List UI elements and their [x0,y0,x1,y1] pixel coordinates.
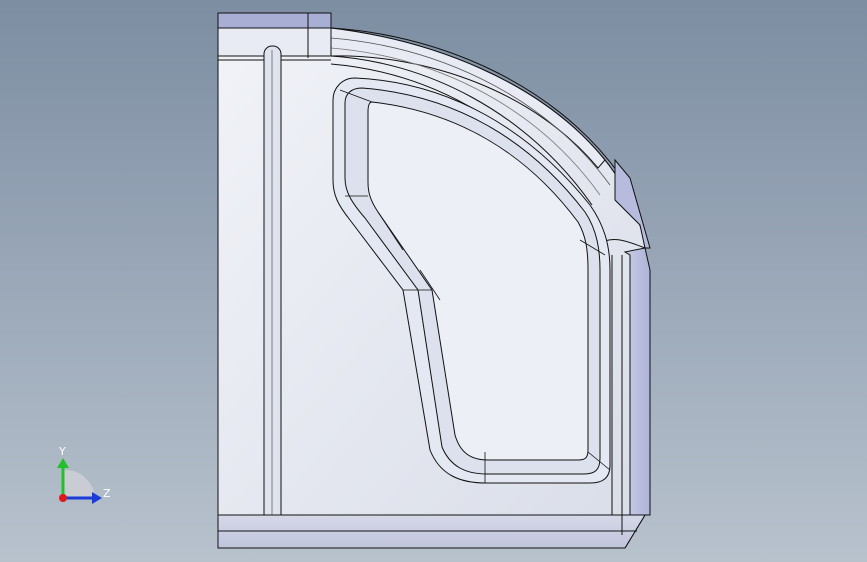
graphics-viewport[interactable]: Y Z [0,0,867,562]
model-view: Y Z [57,12,651,549]
z-axis-head [92,492,102,504]
top-tab [217,12,332,29]
x-axis-origin [59,494,67,502]
y-axis-label: Y [58,445,66,458]
z-axis-label: Z [103,487,111,500]
y-axis-head [57,458,69,468]
coordinate-triad: Y Z [57,445,111,504]
triad-plane [63,469,95,498]
vertical-groove [263,45,282,547]
